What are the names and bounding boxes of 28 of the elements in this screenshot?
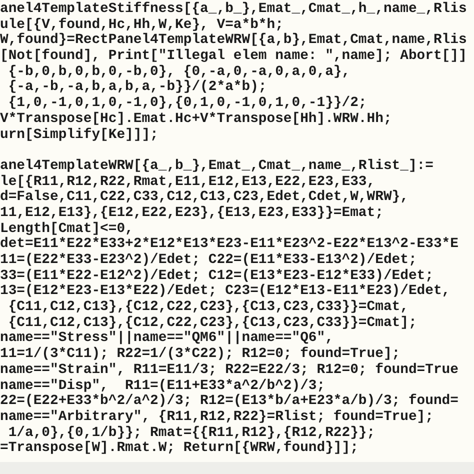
code-line: 1/a,0},{0,1/b}}; Rmat={{R11,R12},{R12,R22}}; — [8, 426, 376, 441]
code-line: 22=(E22+E33*b^2/a^2)/3; R12=(E13*b/a+E23*a/b)/3; found= — [0, 394, 458, 410]
code-line: =Transpose[W].Rmat.W; Return[{WRW,found}]]; — [0, 441, 358, 457]
code-line: 13=(E12*E23-E13*E22)/Edet; C23=(E12*E13-E11*E23)/Edet, — [0, 284, 450, 300]
code-line: 11=1/(3*C11); R22=1/(3*C22); R12=0; found=True]; — [0, 347, 400, 362]
code-line: {-b,0,b,0,b,0,-b,0}, {0,-a,0,-a,0,a,0,a}, — [7, 64, 350, 80]
code-line: {C11,C12,C13},{C12,C22,C23},{C13,C23,C33}}=Cmat]; — [8, 316, 417, 331]
code-line: 11=(E22*E33-E23^2)/Edet; C22=(E11*E33-E13^2)/Edet; — [0, 253, 417, 268]
code-line: [Not[found], Print["Illegal elem name: ",name]; Abort[]] — [0, 49, 467, 64]
code-line: name=="Arbitrary", {R11,R12,R22}=Rlist; found=True]; — [0, 410, 434, 426]
code-line: 33=(E11*E22-E12^2)/Edet; C12=(E13*E23-E12*E33)/Edet; — [0, 268, 434, 284]
code-line: name=="Stress"||name=="QM6"||name=="Q6", — [0, 331, 334, 346]
code-line: Length[Cmat]<=0, — [0, 222, 134, 237]
code-line: name=="Strain", R11=E11/3; R22=E22/3; R12=0; found=True — [0, 362, 458, 378]
code-line: le[{R11,R12,R22,Rmat,E11,E12,E13,E22,E23,E33, — [0, 174, 376, 190]
code-line: det=E11*E22*E33+2*E12*E13*E23-E11*E23^2-E22*E13^2-E33*E — [0, 237, 458, 252]
code-line: W,found}=RectPanel4TemplateWRW[{a,b},Emat,Cmat,name,Rlis — [0, 33, 467, 48]
code-line: name=="Disp", R11=(E11+E33*a^2/b^2)/3; — [0, 378, 326, 394]
code-line: ule[{V,found,Hc,Hh,W,Ke}, V=a*b*h; — [0, 18, 284, 33]
code-line: {C11,C12,C13},{C12,C22,C23},{C13,C23,C33}}=Cmat, — [7, 300, 408, 316]
code-line: V*Transpose[Hc].Emat.Hc+V*Transpose[Hh].WRW.Hh; — [0, 112, 392, 128]
code-line: {-a,-b,-a,b,a,b,a,-b}}/(2*a*b); — [7, 80, 267, 96]
code-line: anel4TemplateWRW[{a_,b_},Emat_,Cmat_,name_,Rlist_]:= — [0, 158, 434, 174]
code-line: d=False,C11,C22,C33,C12,C13,C23,Edet,Cdet,W,WRW}, — [0, 190, 408, 206]
code-line: 11,E12,E13},{E12,E22,E23},{E13,E23,E33}}=Emat; — [0, 206, 384, 222]
code-line: {1,0,-1,0,1,0,-1,0},{0,1,0,-1,0,1,0,-1}}/2; — [7, 96, 367, 112]
code-line: anel4TemplateStiffness[{a_,b_},Emat_,Cmat_,h_,name_,Rlis — [0, 2, 467, 18]
code-line: urn[Simplify[Ke]]]; — [0, 128, 158, 144]
